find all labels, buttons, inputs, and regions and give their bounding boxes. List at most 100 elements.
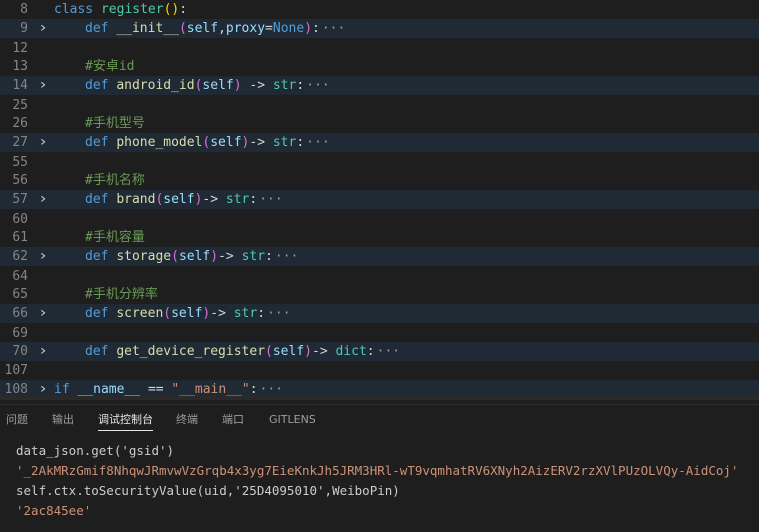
code-line[interactable]: 61 #手机容量 <box>0 228 759 247</box>
code-content: def get_device_register(self)-> dict: ··· <box>54 342 400 361</box>
console-input-line: data_json.get('gsid') <box>16 443 175 458</box>
line-number: 70 <box>12 344 28 359</box>
colon: : <box>257 306 266 321</box>
keyword: def <box>85 344 109 359</box>
code-editor[interactable]: 8 class register(): 9 › def __init__(self,pr… <box>0 0 759 400</box>
code-line[interactable]: 8 class register(): <box>0 0 759 19</box>
panel-tab[interactable]: 调试控制台 <box>98 405 153 435</box>
colon: : <box>265 249 273 264</box>
panel-tabs: 问题 输出 调试控制台 终端 端口 GITLENS <box>0 405 759 435</box>
fold-chevron-icon[interactable]: › <box>35 304 52 323</box>
keyword: class <box>54 2 94 17</box>
bottom-panel: 问题 输出 调试控制台 终端 端口 GITLENS data_json.get('gsid… <box>0 404 759 532</box>
console-input-line: self.ctx.toSecurityValue(uid,'25D4095010… <box>16 483 400 498</box>
function-name: phone_model <box>116 135 203 150</box>
operator: = <box>265 21 273 36</box>
panel-tab[interactable]: GITLENS <box>269 405 316 435</box>
debug-console-output[interactable]: data_json.get('gsid') '_2AkMRzGmif8NhqwJR… <box>16 441 759 521</box>
return-type: str <box>225 192 250 207</box>
code-line[interactable]: 65 #手机分辨率 <box>0 285 759 304</box>
comment: #手机分辨率 <box>85 287 158 302</box>
code-line[interactable]: 69 <box>0 324 759 343</box>
string: "__main__" <box>171 382 250 397</box>
code-line[interactable]: 12 <box>0 39 759 58</box>
colon: : <box>296 135 305 150</box>
folded-ellipsis-icon: ··· <box>306 135 330 150</box>
panel-tab[interactable]: 输出 <box>52 405 74 435</box>
comma: , <box>218 21 226 36</box>
operator: == <box>147 382 164 397</box>
panel-tab[interactable]: 端口 <box>222 405 244 435</box>
comment: #手机名称 <box>85 173 145 188</box>
code-line[interactable]: 56 #手机名称 <box>0 171 759 190</box>
function-name: __init__ <box>116 21 179 36</box>
line-number: 14 <box>12 78 28 93</box>
console-output-line: '_2AkMRzGmif8NhqwJRmvwVzGrqb4x3yg7EieKnk… <box>16 463 739 478</box>
folded-ellipsis-icon: ··· <box>259 382 284 397</box>
fold-chevron-icon[interactable]: › <box>35 133 52 152</box>
return-type: str <box>272 135 297 150</box>
code-content: #安卓id <box>54 57 134 76</box>
code-line[interactable]: 57 › def brand(self)-> str: ··· <box>0 190 759 209</box>
code-line[interactable]: 66 › def screen(self)-> str: ··· <box>0 304 759 323</box>
variable: __name__ <box>77 382 141 397</box>
line-number: 13 <box>12 59 28 74</box>
code-line[interactable]: 9 › def __init__(self,proxy=None): ··· <box>0 19 759 38</box>
code-content: class register(): <box>54 0 187 19</box>
colon: : <box>296 78 305 93</box>
code-content: def brand(self)-> str: ··· <box>54 190 283 209</box>
fold-chevron-icon[interactable]: › <box>35 342 52 361</box>
code-line[interactable]: 14 › def android_id(self) -> str: ··· <box>0 76 759 95</box>
code-line[interactable]: 107 <box>0 361 759 380</box>
paren: ( <box>163 306 172 321</box>
code-line[interactable]: 26 #手机型号 <box>0 114 759 133</box>
parameter: self <box>186 21 219 36</box>
code-line[interactable]: 55 <box>0 153 759 172</box>
colon: : <box>249 382 258 397</box>
parameter: proxy <box>225 21 266 36</box>
line-number: 65 <box>12 287 28 302</box>
colon: : <box>312 21 320 36</box>
arrow: -> <box>312 344 336 359</box>
folded-ellipsis-icon: ··· <box>321 21 346 36</box>
code-line[interactable]: 70 › def get_device_register(self)-> dict:… <box>0 342 759 361</box>
line-number: 27 <box>12 135 28 150</box>
colon: : <box>249 192 258 207</box>
comment: #手机容量 <box>85 230 145 245</box>
code-content: #手机名称 <box>54 171 145 190</box>
code-line[interactable]: 62 › def storage(self)-> str: ··· <box>0 247 759 266</box>
function-name: android_id <box>116 78 195 93</box>
keyword: def <box>85 78 109 93</box>
code-line[interactable]: 64 <box>0 267 759 286</box>
line-number: 69 <box>12 326 28 341</box>
arrow: -> <box>249 135 273 150</box>
code-line[interactable]: 25 <box>0 96 759 115</box>
arrow: -> <box>202 192 226 207</box>
paren: ) <box>233 78 242 93</box>
fold-chevron-icon[interactable]: › <box>35 247 52 266</box>
paren: ) <box>304 344 312 359</box>
function-name: brand <box>116 192 156 207</box>
code-content: #手机容量 <box>54 228 145 247</box>
fold-chevron-icon[interactable]: › <box>35 76 52 95</box>
return-type: str <box>272 78 297 93</box>
fold-chevron-icon[interactable]: › <box>35 190 52 209</box>
fold-chevron-icon[interactable]: › <box>35 19 52 38</box>
paren: ( <box>265 344 273 359</box>
keyword: def <box>85 249 109 264</box>
line-number: 107 <box>4 363 28 378</box>
parameter: self <box>272 344 305 359</box>
parameter: self <box>163 192 195 207</box>
parameter: self <box>202 78 234 93</box>
keyword: def <box>85 192 109 207</box>
panel-tab[interactable]: 问题 <box>6 405 28 435</box>
line-number: 55 <box>12 155 28 170</box>
code-line[interactable]: 60 <box>0 210 759 229</box>
editor-horizontal-scrollbar[interactable] <box>0 396 759 400</box>
function-name: get_device_register <box>116 344 266 359</box>
code-line[interactable]: 27 › def phone_model(self)-> str: ··· <box>0 133 759 152</box>
code-line[interactable]: 13 #安卓id <box>0 57 759 76</box>
panel-tab[interactable]: 终端 <box>176 405 198 435</box>
code-content: def phone_model(self)-> str: ··· <box>54 133 330 152</box>
folded-ellipsis-icon: ··· <box>274 249 299 264</box>
